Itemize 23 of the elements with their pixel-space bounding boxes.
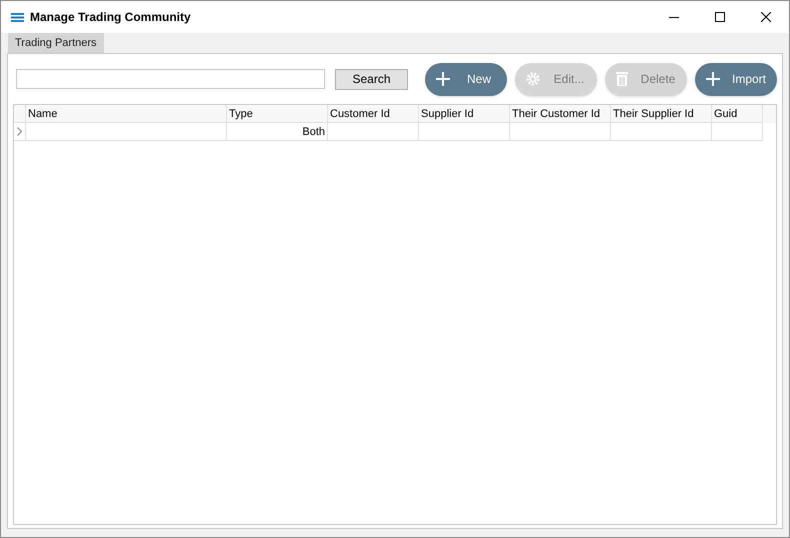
menu-icon [11,12,24,22]
column-header[interactable]: Name [26,105,227,123]
column-header[interactable]: Their Customer Id [510,105,611,123]
maximize-icon [715,12,725,22]
plus-icon [435,71,451,87]
action-button[interactable]: Import [695,62,777,96]
column-header[interactable]: Customer Id [328,105,419,123]
column-header[interactable]: Guid [712,105,763,123]
plus-icon [705,71,721,87]
close-icon [761,12,771,22]
action-button[interactable]: New [425,62,507,96]
search-button[interactable]: Search [335,68,408,90]
table-cell: Both [227,123,328,141]
column-header[interactable]: Supplier Id [419,105,510,123]
gear-icon [525,71,541,87]
column-header[interactable]: Type [227,105,328,123]
trash-icon [615,71,629,87]
window-title: Manage Trading Community [30,9,191,26]
column-header[interactable]: Their Supplier Id [611,105,712,123]
search-field[interactable] [16,69,325,89]
row-pointer-icon [17,127,22,136]
table-cell [712,123,763,141]
tab[interactable]: Trading Partners [8,33,104,53]
